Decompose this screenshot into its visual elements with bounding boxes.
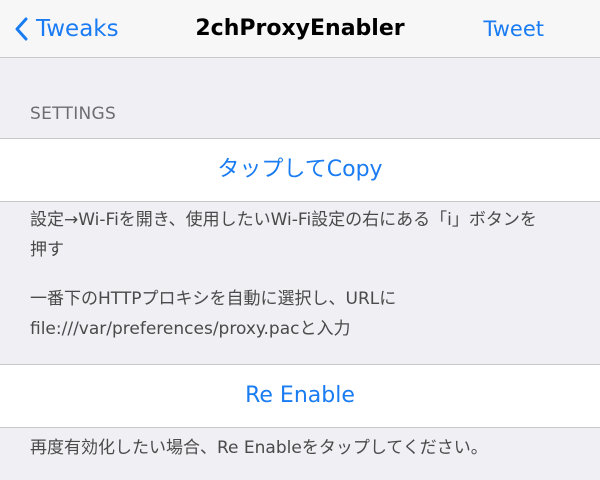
re-enable-note: 再度有効化したい場合、Re Enableをタップしてください。 [30,438,488,458]
re-enable-button[interactable]: Re Enable [0,364,600,428]
back-button[interactable]: Tweaks [14,0,119,58]
copy-button[interactable]: タップしてCopy [0,138,600,202]
section-header-settings: SETTINGS [30,104,117,124]
chevron-left-icon [15,17,28,41]
back-button-label: Tweaks [36,16,119,42]
instruction-text-proxy: 一番下のHTTPプロキシを自動に選択し、URLにfile:///var/pref… [30,289,397,339]
navigation-bar: Tweaks 2chProxyEnabler Tweet [0,0,600,58]
tweet-button[interactable]: Tweet [483,0,544,58]
page-title: 2chProxyEnabler [195,16,405,41]
instruction-text-wifi: 設定→Wi-Fiを開き、使用したいWi-Fi設定の右にある「i」ボタンを押す [30,210,537,260]
